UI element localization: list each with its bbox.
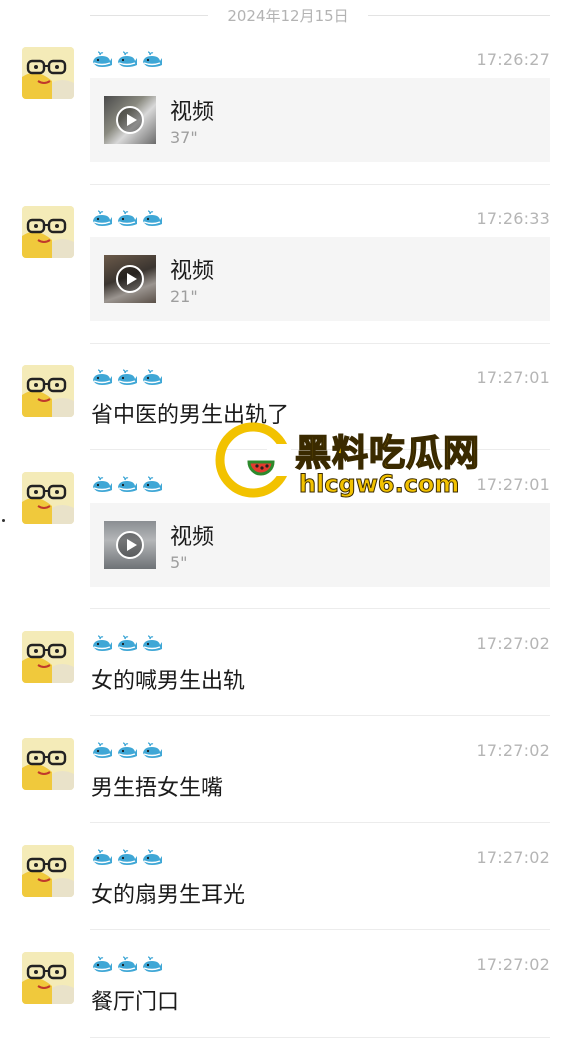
play-icon[interactable]	[116, 531, 144, 559]
sender-name	[91, 475, 163, 495]
message-time: 17:26:33	[476, 209, 550, 228]
message-separator	[90, 608, 550, 609]
message-text: 餐厅门口	[91, 990, 180, 1015]
play-icon[interactable]	[116, 106, 144, 134]
whale-icon	[141, 51, 163, 69]
message-time: 17:27:02	[476, 634, 550, 653]
message-time: 17:26:27	[476, 50, 550, 69]
whale-icon	[116, 51, 138, 69]
sender-name	[91, 741, 163, 761]
message-separator	[90, 929, 550, 930]
video-thumbnail[interactable]	[104, 521, 156, 569]
message-text: 女的喊男生出轨	[91, 669, 246, 694]
video-thumbnail[interactable]	[104, 255, 156, 303]
whale-icon	[116, 742, 138, 760]
message-time: 17:27:02	[476, 955, 550, 974]
divider-line-right	[368, 15, 550, 16]
whale-icon	[141, 956, 163, 974]
whale-icon	[91, 51, 113, 69]
video-card[interactable]: 视频 5"	[90, 503, 550, 587]
play-icon[interactable]	[116, 265, 144, 293]
video-duration: 21"	[170, 287, 198, 306]
video-title: 视频	[170, 259, 215, 284]
date-divider: 2024年12月15日	[0, 0, 573, 30]
message-separator	[90, 1037, 550, 1038]
sender-name	[91, 848, 163, 868]
whale-icon	[141, 369, 163, 387]
avatar[interactable]	[22, 631, 74, 683]
video-card[interactable]: 视频 21"	[90, 237, 550, 321]
sender-name	[91, 634, 163, 654]
whale-icon	[141, 849, 163, 867]
stray-dot	[2, 519, 5, 522]
watermark-logo-icon	[215, 422, 291, 498]
whale-icon	[116, 476, 138, 494]
whale-icon	[141, 742, 163, 760]
whale-icon	[116, 849, 138, 867]
message-separator	[90, 715, 550, 716]
watermark-title: 黑料吃瓜网	[294, 432, 481, 475]
sender-name	[91, 50, 163, 70]
whale-icon	[91, 956, 113, 974]
video-title: 视频	[170, 100, 215, 125]
sender-name	[91, 209, 163, 229]
video-thumbnail[interactable]	[104, 96, 156, 144]
whale-icon	[91, 849, 113, 867]
date-label: 2024年12月15日	[227, 7, 349, 25]
video-duration: 37"	[170, 128, 198, 147]
message-time: 17:27:02	[476, 848, 550, 867]
whale-icon	[91, 476, 113, 494]
avatar[interactable]	[22, 47, 74, 99]
avatar[interactable]	[22, 365, 74, 417]
sender-name	[91, 955, 163, 975]
message-separator	[90, 343, 550, 344]
watermark-url: hlcgw6.com	[298, 470, 460, 499]
whale-icon	[91, 635, 113, 653]
whale-icon	[91, 742, 113, 760]
message-time: 17:27:02	[476, 741, 550, 760]
whale-icon	[116, 956, 138, 974]
avatar[interactable]	[22, 738, 74, 790]
sender-name	[91, 368, 163, 388]
avatar[interactable]	[22, 845, 74, 897]
whale-icon	[91, 369, 113, 387]
message-text: 女的扇男生耳光	[91, 883, 246, 908]
message-time: 17:27:01	[476, 368, 550, 387]
whale-icon	[116, 210, 138, 228]
whale-icon	[141, 476, 163, 494]
message-separator	[90, 822, 550, 823]
avatar[interactable]	[22, 206, 74, 258]
whale-icon	[91, 210, 113, 228]
whale-icon	[141, 635, 163, 653]
video-title: 视频	[170, 525, 215, 550]
whale-icon	[116, 369, 138, 387]
video-duration: 5"	[170, 553, 188, 572]
whale-icon	[116, 635, 138, 653]
avatar[interactable]	[22, 472, 74, 524]
video-card[interactable]: 视频 37"	[90, 78, 550, 162]
whale-icon	[141, 210, 163, 228]
avatar[interactable]	[22, 952, 74, 1004]
message-separator	[90, 184, 550, 185]
divider-line-left	[90, 15, 208, 16]
watermark: 黑料吃瓜网 hlcgw6.com	[215, 422, 495, 500]
message-text: 男生捂女生嘴	[91, 776, 224, 801]
